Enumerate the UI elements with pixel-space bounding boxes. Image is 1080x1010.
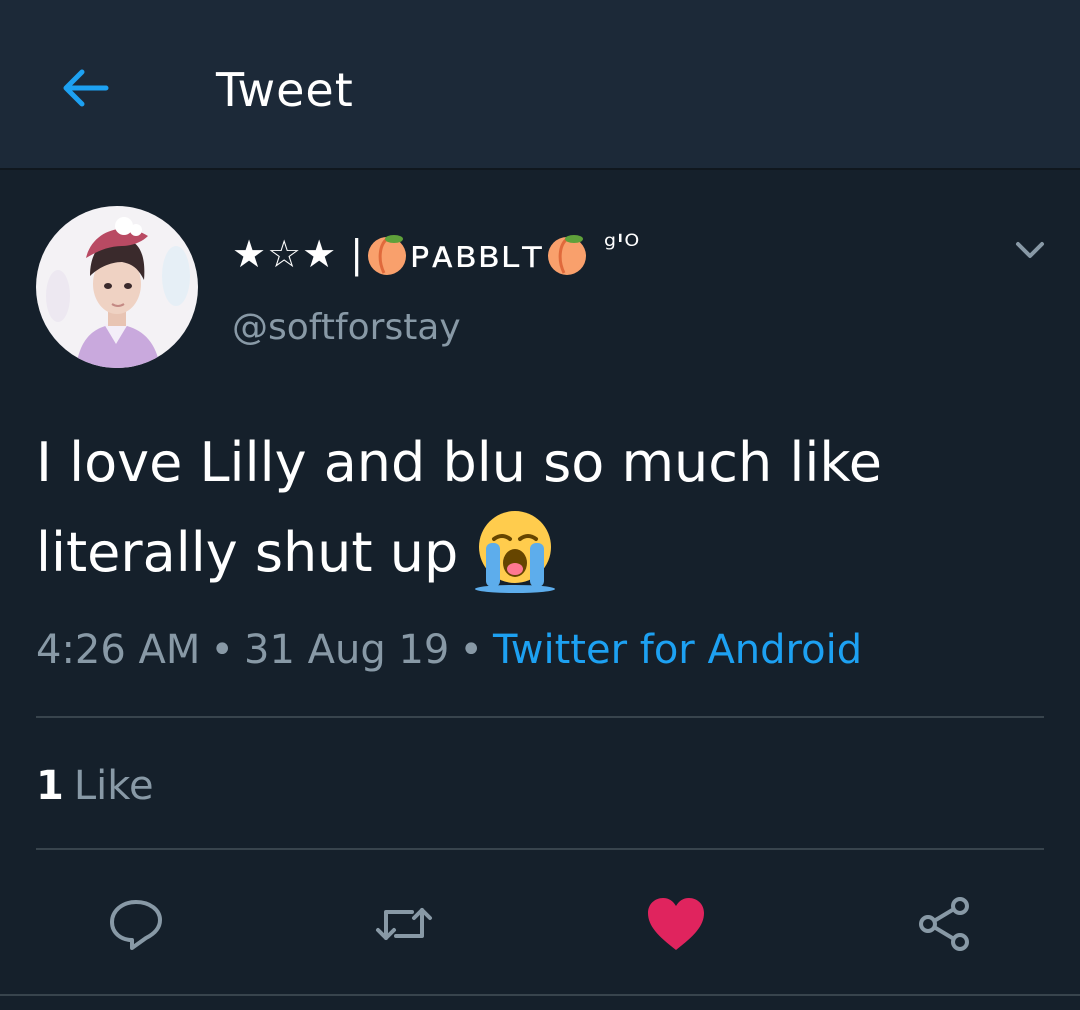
separator-dot: • <box>459 627 483 673</box>
author-handle[interactable]: @softforstay <box>232 300 461 356</box>
like-button[interactable] <box>640 888 712 960</box>
tweet-body: I love Lilly and blu so much like litera… <box>36 418 1046 599</box>
tweet-metadata: 4:26 AM • 31 Aug 19 • Twitter for Android <box>36 620 862 680</box>
retweet-button[interactable] <box>368 888 440 960</box>
display-name-prefix: ★☆★ | <box>232 232 365 276</box>
reply-icon <box>110 900 162 950</box>
avatar-photo <box>36 206 198 368</box>
peach-emoji-icon <box>368 235 407 275</box>
chevron-down-icon <box>1016 242 1044 258</box>
tweet-text: I love Lilly and blu so much like litera… <box>36 431 882 584</box>
display-name-suffix: ᵍ'ᴼ <box>603 228 640 264</box>
page-title: Tweet <box>216 63 354 117</box>
back-button[interactable] <box>52 56 116 120</box>
divider <box>36 848 1044 850</box>
peach-emoji-icon <box>547 235 586 275</box>
tweet-options-button[interactable] <box>1002 222 1058 278</box>
likes-count[interactable]: 1 Like <box>36 756 154 816</box>
separator-dot: • <box>210 627 235 673</box>
top-app-bar: Tweet <box>0 0 1080 170</box>
like-count-label: Like <box>73 763 154 809</box>
tweet-detail-screen: Tweet ★☆★ | ᴘᴀʙʙʟᴛ ᵍ'ᴼ @softforstay I lo… <box>0 0 1080 1010</box>
arrow-left-icon <box>63 69 109 107</box>
tweet-date: 31 Aug 19 <box>244 627 450 673</box>
avatar[interactable] <box>36 206 198 368</box>
tweet-time: 4:26 AM <box>36 627 201 673</box>
divider <box>36 716 1044 718</box>
share-button[interactable] <box>908 888 980 960</box>
author-display-name[interactable]: ★☆★ | ᴘᴀʙʙʟᴛ ᵍ'ᴼ <box>232 222 639 286</box>
reply-button[interactable] <box>100 888 172 960</box>
bottom-divider <box>0 994 1080 996</box>
retweet-icon <box>376 908 432 940</box>
like-count-number: 1 <box>36 763 64 809</box>
loudly-crying-face-emoji-icon <box>475 511 556 594</box>
tweet-source-link[interactable]: Twitter for Android <box>493 627 862 673</box>
display-name-middle: ᴘᴀʙʙʟᴛ <box>410 232 544 276</box>
heart-icon <box>648 898 704 950</box>
share-icon <box>919 897 969 951</box>
